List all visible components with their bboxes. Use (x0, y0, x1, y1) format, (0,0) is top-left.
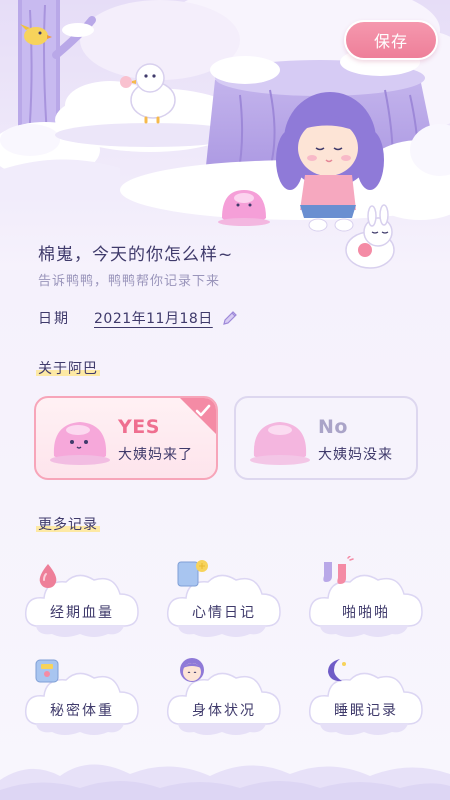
moon-icon (328, 659, 346, 682)
record-label: 经期血量 (50, 605, 114, 621)
record-label: 秘密体重 (50, 703, 114, 719)
record-sleep-button[interactable]: 睡眠记录 (306, 659, 426, 744)
scale-icon (35, 659, 59, 683)
bottom-cloud-decoration (0, 764, 450, 800)
record-weight-button[interactable]: 秘密体重 (22, 659, 142, 744)
diary-icon (177, 560, 208, 587)
no-description: 大姨妈没来 (318, 447, 393, 463)
date-row: 日期 2021年11月18日 (38, 308, 239, 328)
record-body-button[interactable]: 身体状况 (164, 658, 284, 744)
hero-illustration: 保存 (0, 0, 450, 270)
date-picker[interactable]: 2021年11月18日 (94, 308, 213, 328)
record-flow-button[interactable]: 经期血量 (22, 562, 142, 646)
check-icon (195, 404, 211, 417)
period-section-title: 关于阿巴 (36, 358, 100, 378)
pencil-icon[interactable] (221, 309, 239, 327)
record-label: 身体状况 (192, 703, 256, 719)
record-label: 啪啪啪 (342, 605, 390, 621)
pink-blob-faded-icon (250, 422, 310, 465)
record-label: 心情日记 (192, 605, 256, 621)
greeting-title: 棉嵬，今天的你怎么样~ (38, 245, 234, 265)
pink-blob-icon (50, 422, 110, 465)
yes-description: 大姨妈来了 (118, 447, 193, 463)
no-title: No (318, 416, 348, 438)
date-label: 日期 (38, 311, 70, 327)
period-yes-card[interactable]: YES 大姨妈来了 (34, 396, 218, 480)
blood-drop-icon (39, 564, 57, 588)
socks-icon (323, 556, 354, 584)
period-no-card[interactable]: No 大姨妈没来 (234, 396, 418, 480)
yes-title: YES (118, 416, 160, 438)
record-intimacy-button[interactable]: 啪啪啪 (306, 556, 426, 646)
save-button[interactable]: 保存 (344, 20, 438, 60)
greeting-subtitle: 告诉鸭鸭，鸭鸭帮你记录下来 (38, 274, 221, 289)
record-mood-button[interactable]: 心情日记 (164, 560, 284, 646)
more-section-title: 更多记录 (36, 514, 100, 534)
girl-face-icon (180, 658, 204, 682)
record-label: 睡眠记录 (334, 703, 398, 719)
